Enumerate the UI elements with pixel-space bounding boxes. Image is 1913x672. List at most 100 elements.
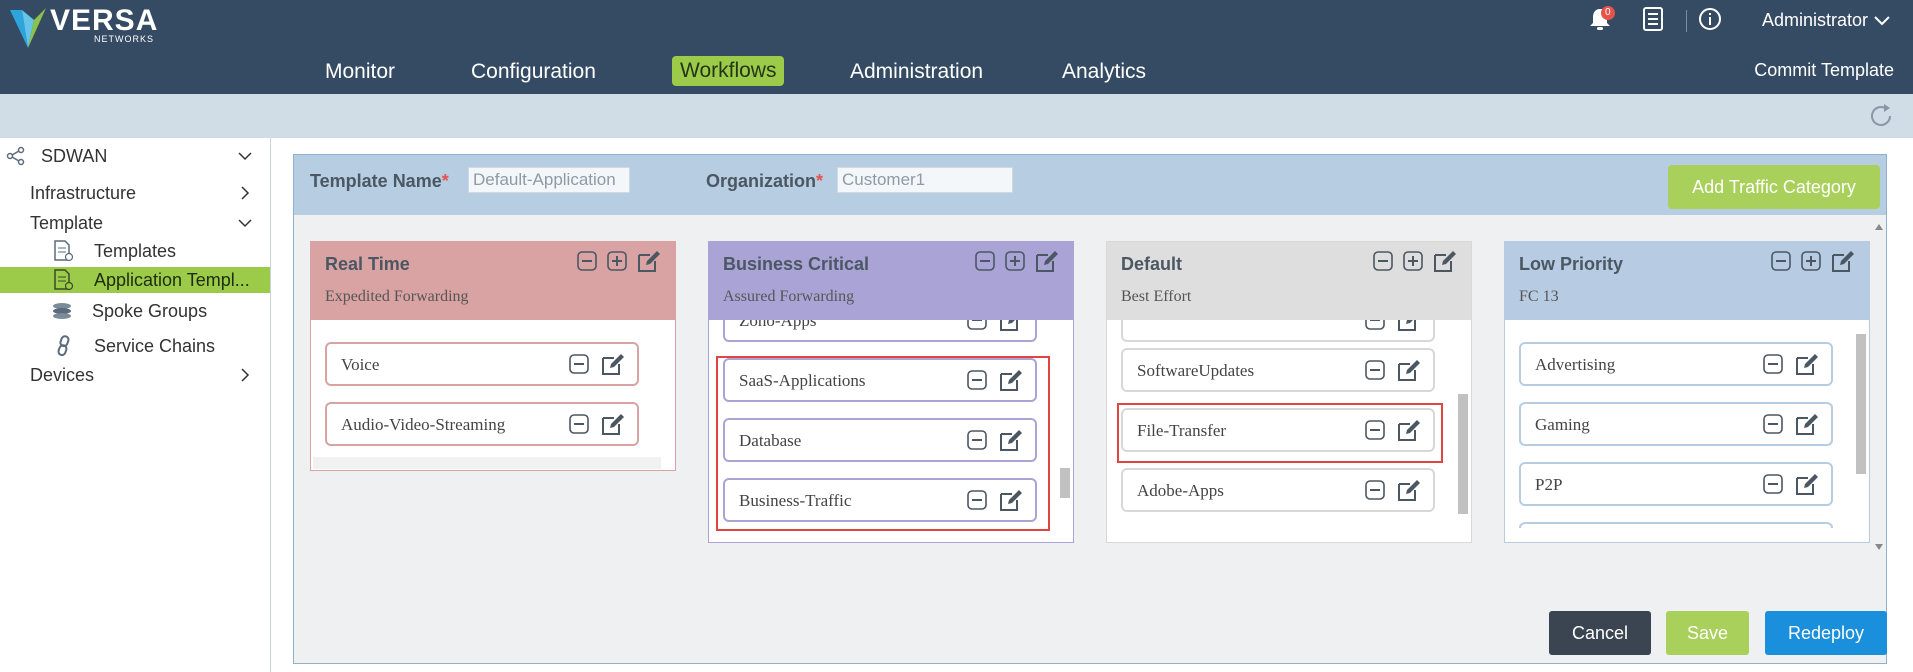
edit-icon[interactable]: [1397, 320, 1421, 331]
vertical-scrollbar[interactable]: [1457, 320, 1469, 528]
sidebar-label-infrastructure: Infrastructure: [30, 182, 137, 203]
sidebar-item-application-templates[interactable]: Application Templ...: [0, 267, 270, 293]
category-title: Default: [1121, 254, 1183, 274]
sidebar-item-spoke-groups[interactable]: Spoke Groups: [0, 298, 270, 324]
notification-badge: 0: [1601, 6, 1615, 20]
app-item-voice[interactable]: Voice: [325, 342, 639, 386]
remove-icon[interactable]: [1373, 251, 1393, 271]
remove-icon[interactable]: [1763, 354, 1783, 374]
commit-template-link[interactable]: Commit Template: [1754, 60, 1894, 81]
nav-analytics[interactable]: Analytics: [1062, 56, 1146, 88]
category-subtitle: FC 13: [1519, 288, 1559, 305]
info-button[interactable]: [1697, 6, 1723, 37]
sidebar-item-service-chains[interactable]: Service Chains: [0, 333, 270, 359]
template-name-field[interactable]: Default-Application: [468, 167, 630, 193]
remove-icon[interactable]: [577, 251, 597, 271]
chevron-down-icon: [238, 152, 252, 161]
add-icon[interactable]: [1801, 251, 1821, 271]
sidebar-item-devices[interactable]: Devices: [0, 362, 270, 388]
sidebar-label-sdwan: SDWAN: [41, 145, 108, 166]
nav-configuration[interactable]: Configuration: [471, 56, 596, 88]
app-item-adobe-apps[interactable]: Adobe-Apps: [1121, 468, 1435, 512]
template-doc-icon: [54, 240, 74, 262]
scroll-up-arrow-icon[interactable]: [1874, 223, 1884, 231]
nav-administration[interactable]: Administration: [850, 56, 983, 88]
network-icon: [6, 146, 25, 166]
highlight-box: [716, 356, 1050, 531]
category-subtitle: Assured Forwarding: [723, 288, 855, 305]
nav-monitor[interactable]: Monitor: [325, 56, 395, 88]
brand-name: VERSA: [50, 4, 159, 37]
edit-icon[interactable]: [601, 413, 625, 435]
edit-icon[interactable]: [601, 353, 625, 375]
sidebar-label-template: Template: [30, 212, 104, 233]
remove-icon[interactable]: [1365, 480, 1385, 500]
redeploy-button[interactable]: Redeploy: [1765, 611, 1887, 655]
app-item-advertising[interactable]: Advertising: [1519, 342, 1833, 386]
organization-label: Organization*: [706, 171, 824, 191]
edit-icon[interactable]: [1795, 353, 1819, 375]
task-list-button[interactable]: [1641, 6, 1665, 37]
edit-icon[interactable]: [1831, 250, 1855, 272]
app-item-zoho-apps[interactable]: Zoho-Apps: [723, 320, 1037, 342]
remove-icon[interactable]: [1771, 251, 1791, 271]
cancel-button[interactable]: Cancel: [1549, 611, 1651, 655]
remove-icon[interactable]: [1763, 474, 1783, 494]
edit-icon[interactable]: [637, 250, 661, 272]
sidebar-label-application-templates: Application Templ...: [94, 269, 250, 290]
chevron-down-icon: [1874, 15, 1890, 25]
vertical-scrollbar[interactable]: [1855, 320, 1867, 528]
sidebar-label-service-chains: Service Chains: [94, 335, 216, 356]
remove-icon[interactable]: [1365, 320, 1385, 330]
sidebar: SDWAN Infrastructure Template Templates …: [0, 138, 271, 672]
remove-icon[interactable]: [1365, 360, 1385, 380]
edit-icon[interactable]: [1035, 250, 1059, 272]
category-subtitle: Best Effort: [1121, 288, 1192, 305]
edit-icon[interactable]: [1397, 479, 1421, 501]
category-card-low-priority: Low Priority FC 13 Advertising Gaming P2…: [1504, 241, 1870, 543]
remove-icon[interactable]: [569, 414, 589, 434]
stack-icon: [53, 303, 71, 319]
template-editor-panel: Template Name* Default-Application Organ…: [293, 154, 1887, 664]
remove-icon[interactable]: [975, 251, 995, 271]
versa-logo[interactable]: VERSA NETWORKS: [8, 6, 158, 48]
app-item-partial[interactable]: [1519, 522, 1833, 528]
app-item-partial[interactable]: [1121, 320, 1435, 342]
app-item-audio-video-streaming[interactable]: Audio-Video-Streaming: [325, 402, 639, 446]
remove-icon[interactable]: [569, 354, 589, 374]
save-button[interactable]: Save: [1666, 611, 1749, 655]
template-name-label: Template Name*: [310, 171, 449, 191]
chevron-right-icon: [241, 186, 250, 200]
edit-icon[interactable]: [1795, 413, 1819, 435]
horizontal-scrollbar[interactable]: [294, 549, 1886, 561]
edit-icon[interactable]: [1397, 359, 1421, 381]
add-icon[interactable]: [1403, 251, 1423, 271]
sidebar-item-sdwan[interactable]: SDWAN: [0, 143, 270, 169]
sidebar-item-templates[interactable]: Templates: [0, 238, 270, 264]
notifications-bell[interactable]: 0: [1587, 6, 1615, 37]
sidebar-item-template[interactable]: Template: [0, 210, 270, 236]
user-name: Administrator: [1761, 10, 1868, 30]
category-card-real-time: Real Time Expedited Forwarding Voice Aud…: [310, 241, 676, 471]
organization-field[interactable]: Customer1: [837, 167, 1013, 193]
remove-icon[interactable]: [1763, 414, 1783, 434]
vertical-scrollbar[interactable]: [1059, 320, 1071, 528]
remove-icon[interactable]: [967, 320, 987, 330]
category-card-default: Default Best Effort SoftwareUpdates File…: [1106, 241, 1472, 543]
sidebar-item-infrastructure[interactable]: Infrastructure: [0, 180, 270, 206]
sidebar-label-devices: Devices: [30, 364, 95, 385]
app-item-p2p[interactable]: P2P: [1519, 462, 1833, 506]
horizontal-scrollbar[interactable]: [313, 457, 661, 469]
add-icon[interactable]: [607, 251, 627, 271]
user-menu[interactable]: Administrator: [1762, 10, 1890, 31]
app-item-gaming[interactable]: Gaming: [1519, 402, 1833, 446]
edit-icon[interactable]: [999, 320, 1023, 331]
app-item-softwareupdates[interactable]: SoftwareUpdates: [1121, 348, 1435, 392]
info-icon: [1699, 8, 1721, 30]
add-icon[interactable]: [1005, 251, 1025, 271]
edit-icon[interactable]: [1433, 250, 1457, 272]
refresh-icon[interactable]: [1867, 102, 1895, 130]
add-traffic-category-button[interactable]: Add Traffic Category: [1668, 165, 1880, 209]
edit-icon[interactable]: [1795, 473, 1819, 495]
nav-workflows[interactable]: Workflows: [672, 56, 785, 86]
